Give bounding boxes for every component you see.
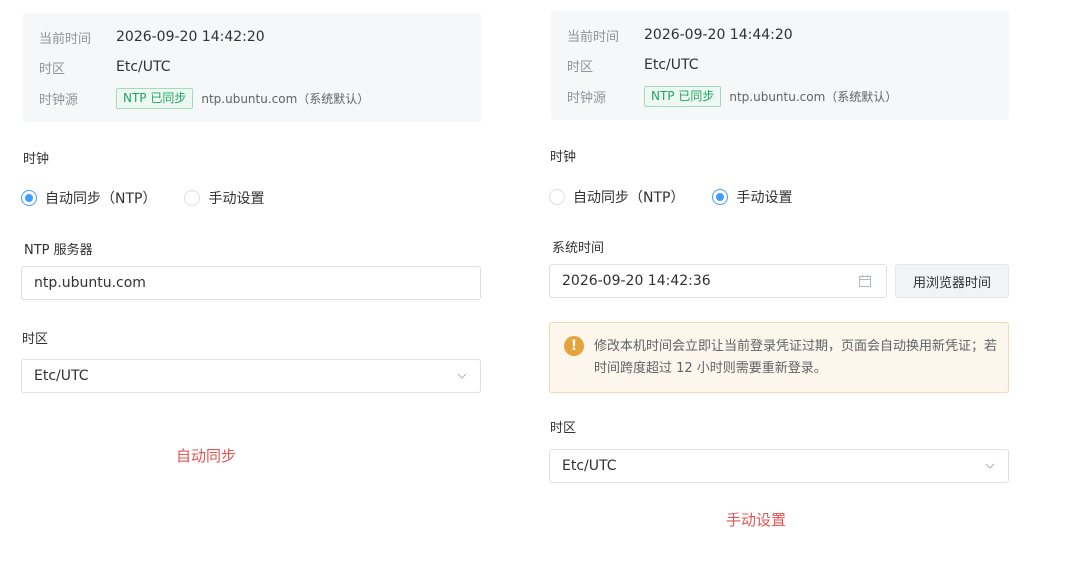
- system-time-label: 系统时间: [552, 241, 605, 256]
- ntp-synced-badge: NTP 已同步: [644, 85, 722, 107]
- use-browser-time-button[interactable]: 用浏览器时间: [895, 264, 1009, 298]
- clock-source-row: 时钟源 NTP 已同步 ntp.ubuntu.com（系统默认）: [39, 87, 370, 109]
- clock-mode-radio-group: 自动同步（NTP） 手动设置: [21, 188, 292, 208]
- system-time-value: 2026-09-20 14:42:36: [562, 273, 711, 289]
- ntp-server-input[interactable]: ntp.ubuntu.com: [21, 266, 481, 300]
- timezone-info-label: 时区: [567, 59, 594, 75]
- radio-auto-sync-circle[interactable]: [21, 190, 37, 206]
- radio-auto-sync-label[interactable]: 自动同步（NTP）: [573, 187, 684, 207]
- radio-auto-sync-circle[interactable]: [549, 189, 565, 205]
- ntp-server-value: ntp.ubuntu.com: [34, 275, 146, 291]
- current-time-row: 当前时间 2026-09-20 14:42:20: [39, 27, 265, 47]
- current-time-row: 当前时间 2026-09-20 14:44:20: [567, 25, 793, 45]
- clock-source-label: 时钟源: [567, 90, 607, 106]
- chevron-down-icon: [985, 463, 995, 469]
- timezone-info-value: Etc/UTC: [116, 59, 171, 75]
- timezone-select-value: Etc/UTC: [562, 458, 617, 474]
- calendar-icon[interactable]: [858, 274, 872, 288]
- clock-source-row: 时钟源 NTP 已同步 ntp.ubuntu.com（系统默认）: [567, 85, 898, 107]
- timezone-info-label: 时区: [39, 61, 66, 77]
- timezone-select-value: Etc/UTC: [34, 368, 89, 384]
- time-info-card: 当前时间 2026-09-20 14:44:20 时区 Etc/UTC 时钟源 …: [551, 11, 1009, 120]
- system-time-picker[interactable]: 2026-09-20 14:42:36: [549, 264, 887, 298]
- current-time-label: 当前时间: [39, 31, 92, 47]
- time-info-card: 当前时间 2026-09-20 14:42:20 时区 Etc/UTC 时钟源 …: [23, 13, 481, 122]
- timezone-select[interactable]: Etc/UTC: [549, 449, 1009, 483]
- clock-mode-radio-group: 自动同步（NTP） 手动设置: [549, 187, 820, 207]
- clock-label: 时钟: [23, 152, 50, 167]
- radio-manual-circle[interactable]: [712, 189, 729, 205]
- current-time-value: 2026-09-20 14:42:20: [116, 29, 265, 45]
- current-time-label: 当前时间: [567, 29, 620, 45]
- time-change-warning: ! 修改本机时间会立即让当前登录凭证过期，页面会自动换用新凭证；若时间跨度超过 …: [549, 322, 1009, 393]
- auto-sync-caption: 自动同步: [176, 447, 237, 465]
- radio-auto-sync[interactable]: 自动同步（NTP）: [21, 188, 156, 208]
- manual-setting-caption: 手动设置: [726, 511, 787, 529]
- chevron-down-icon: [457, 373, 467, 379]
- current-time-value: 2026-09-20 14:44:20: [644, 27, 793, 43]
- radio-manual[interactable]: 手动设置: [712, 187, 792, 207]
- timezone-row: 时区 Etc/UTC: [39, 57, 171, 77]
- ntp-server-label: NTP 服务器: [24, 243, 93, 258]
- clock-source-text: ntp.ubuntu.com（系统默认）: [729, 89, 898, 104]
- radio-manual-label[interactable]: 手动设置: [208, 188, 264, 208]
- timezone-label: 时区: [22, 332, 49, 347]
- ntp-synced-badge: NTP 已同步: [116, 87, 194, 109]
- radio-manual[interactable]: 手动设置: [184, 188, 264, 208]
- timezone-row: 时区 Etc/UTC: [567, 55, 699, 75]
- clock-label: 时钟: [550, 150, 577, 165]
- manual-setting-panel: 当前时间 2026-09-20 14:44:20 时区 Etc/UTC 时钟源 …: [549, 0, 1009, 576]
- radio-auto-sync-label[interactable]: 自动同步（NTP）: [45, 188, 156, 208]
- timezone-info-value: Etc/UTC: [644, 57, 699, 73]
- radio-manual-label[interactable]: 手动设置: [736, 187, 792, 207]
- warning-text: 修改本机时间会立即让当前登录凭证过期，页面会自动换用新凭证；若时间跨度超过 12…: [594, 339, 998, 376]
- timezone-label: 时区: [550, 421, 577, 436]
- warning-icon: !: [564, 336, 584, 356]
- clock-source-label: 时钟源: [39, 92, 79, 108]
- timezone-select[interactable]: Etc/UTC: [21, 359, 481, 393]
- clock-source-text: ntp.ubuntu.com（系统默认）: [201, 91, 370, 106]
- auto-sync-panel: 当前时间 2026-09-20 14:42:20 时区 Etc/UTC 时钟源 …: [21, 0, 481, 576]
- radio-auto-sync[interactable]: 自动同步（NTP）: [549, 187, 684, 207]
- radio-manual-circle[interactable]: [184, 190, 201, 206]
